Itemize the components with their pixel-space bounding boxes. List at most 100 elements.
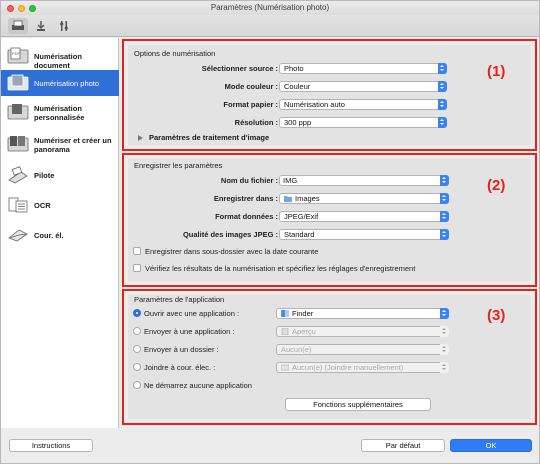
sidebar-item-document-scan[interactable]: PDF Numérisation document [1,42,119,70]
save-settings-section: Enregistrer les paramètres (2) Nom du fi… [122,153,537,287]
select-value: Standard [284,230,315,239]
panorama-icon [7,136,29,152]
ocr-icon [8,197,28,213]
chevron-updown-icon [440,344,449,355]
select-value: Images [295,194,320,203]
check-results-checkbox[interactable] [133,264,141,272]
svg-text:PDF: PDF [12,51,21,56]
send-to-app-label: Envoyer à une application : [144,327,235,336]
scanner-icon [12,20,24,30]
finder-icon [281,310,289,317]
send-to-folder-select[interactable]: Aucun(e) [276,344,449,355]
sidebar-item-label: Pilote [34,171,55,180]
minimize-window-button[interactable] [18,5,25,12]
preview-app-icon [281,328,289,335]
chevron-updown-icon [440,362,449,373]
sidebar-item-label: Cour. él. [34,231,64,240]
image-processing-label: Paramètres de traitement d'image [149,133,270,142]
color-mode-label: Mode couleur : [224,82,278,91]
chevron-updown-icon [440,211,449,222]
driver-icon [8,166,28,184]
sidebar-item-label: Numériser et créer un panorama [34,136,112,154]
data-format-label: Format données : [215,212,278,221]
select-value: JPEG/Exif [284,212,319,221]
send-to-folder-radio[interactable] [133,345,141,353]
source-select[interactable]: Photo [279,63,447,74]
source-label: Sélectionner source : [201,64,278,73]
settings-main-panel: Options de numérisation (1) Sélectionner… [120,38,539,428]
chevron-updown-icon [438,99,447,110]
sidebar-item-label: Numérisation document [34,52,82,70]
send-to-app-radio[interactable] [133,327,141,335]
attach-email-label: Joindre à cour. élec. : [144,363,216,372]
select-value: Couleur [284,82,311,91]
select-value: Finder [292,309,314,318]
open-with-app-radio[interactable] [133,309,141,317]
sidebar-item-panorama[interactable]: Numériser et créer un panorama [1,130,119,158]
send-to-app-select[interactable]: Aperçu [276,326,449,337]
paper-size-label: Format papier : [223,100,278,109]
sidebar: PDF Numérisation document Numérisation p… [1,38,119,428]
window-title: Paramètres (Numérisation photo) [210,3,330,12]
attach-email-radio[interactable] [133,363,141,371]
sidebar-item-label: Numérisation photo [34,79,100,88]
select-value: Photo [284,64,304,73]
footer-bar: Instructions Par défaut OK [1,428,539,463]
section-number: (2) [487,177,506,194]
chevron-updown-icon [438,117,447,128]
scan-options-panel: Options de numérisation (1) Sélectionner… [128,45,531,145]
zoom-window-button[interactable] [29,5,36,12]
more-functions-button[interactable]: Fonctions supplémentaires [285,398,431,411]
chevron-updown-icon [440,229,449,240]
open-with-app-select[interactable]: Finder [276,308,449,319]
close-window-button[interactable] [7,5,14,12]
section-title: Options de numérisation [134,49,216,58]
app-settings-panel: Paramètres de l'application (3) Ouvrir a… [128,295,531,419]
paper-size-select[interactable]: Numérisation auto [279,99,447,110]
data-format-select[interactable]: JPEG/Exif [279,211,449,222]
tools-icon [60,21,68,31]
download-icon [37,21,45,31]
general-settings-tab[interactable] [54,18,74,34]
chevron-updown-icon [440,308,449,319]
select-value: Aucun(e) (Joindre manuellement) [292,363,404,372]
sidebar-item-ocr[interactable]: OCR [1,192,119,218]
save-in-select[interactable]: Images [279,193,449,204]
select-value: Numérisation auto [284,100,345,109]
default-button[interactable]: Par défaut [361,439,445,452]
select-value: Aperçu [292,327,316,336]
resolution-label: Résolution : [234,118,278,127]
filename-field[interactable]: IMG [279,175,449,186]
check-results-label: Vérifiez les résultats de la numérisatio… [145,264,416,273]
sidebar-item-label: OCR [34,201,51,210]
attach-email-select[interactable]: Aucun(e) (Joindre manuellement) [276,362,449,373]
folder-icon [284,196,292,202]
section-title: Paramètres de l'application [134,295,225,304]
color-mode-select[interactable]: Couleur [279,81,447,92]
title-bar: Paramètres (Numérisation photo) [1,1,539,15]
resolution-select[interactable]: 300 ppp [279,117,447,128]
chevron-updown-icon [440,175,449,186]
ok-button[interactable]: OK [450,439,532,452]
jpeg-quality-select[interactable]: Standard [279,229,449,240]
instructions-button[interactable]: Instructions [9,439,93,452]
no-app-radio[interactable] [133,381,141,389]
subfolder-checkbox[interactable] [133,247,141,255]
settings-window: Paramètres (Numérisation photo) PDF Numé… [0,0,540,464]
sidebar-item-email[interactable]: Cour. él. [1,222,119,248]
scan-settings-tab[interactable] [8,18,28,34]
sidebar-item-label: Numérisation personnalisée [34,104,85,122]
section-number: (3) [487,307,506,324]
scan-options-section: Options de numérisation (1) Sélectionner… [122,39,537,151]
sidebar-item-custom-scan[interactable]: Numérisation personnalisée [1,98,119,126]
sidebar-item-photo-scan[interactable]: Numérisation photo [1,70,119,96]
subfolder-label: Enregistrer dans sous-dossier avec la da… [145,247,319,256]
sidebar-item-driver[interactable]: Pilote [1,162,119,188]
document-scan-icon: PDF [7,47,29,64]
disclosure-triangle-icon [138,135,143,141]
chevron-updown-icon [440,193,449,204]
select-value: 300 ppp [284,118,312,127]
select-value: Aucun(e) [281,345,312,354]
photo-scan-icon [7,74,29,91]
save-settings-tab[interactable] [31,18,51,34]
